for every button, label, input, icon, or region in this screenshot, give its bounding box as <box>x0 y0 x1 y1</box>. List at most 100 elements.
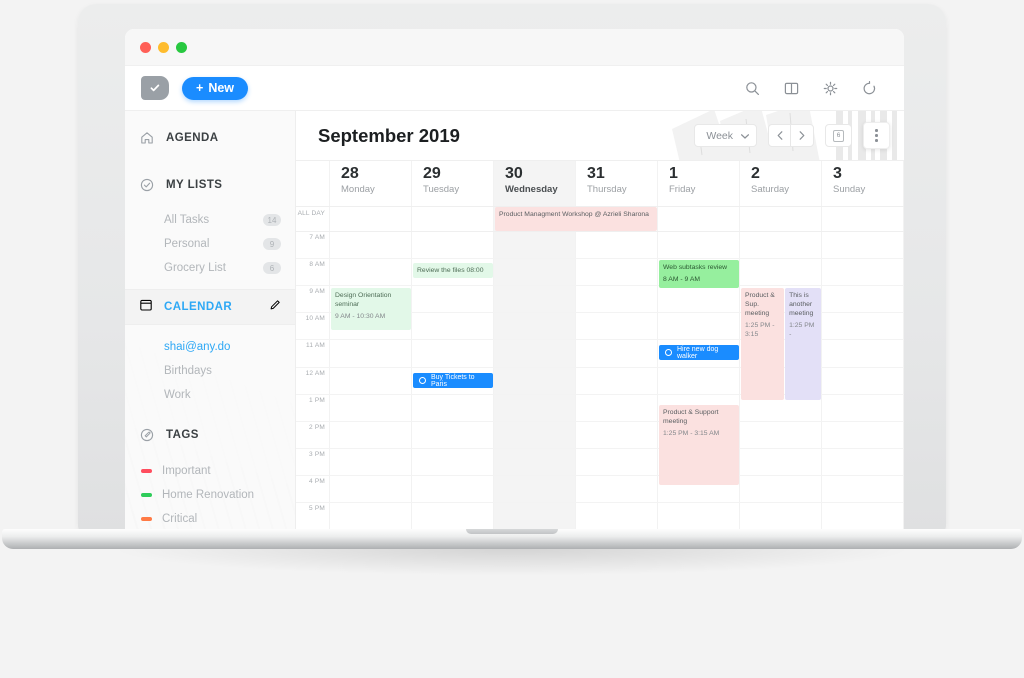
today-date-number: 6 <box>836 132 841 139</box>
sidebar-tag-important[interactable]: Important <box>125 459 295 483</box>
day-header-tuesday[interactable]: 29 Tuesday <box>412 161 494 206</box>
sidebar-calendar-shai[interactable]: shai@any.do <box>125 335 295 359</box>
event-title: Web subtasks review <box>663 264 728 271</box>
sidebar-calendar-label: CALENDAR <box>164 301 233 313</box>
calendar-task[interactable]: Hire new dog walker <box>659 345 739 360</box>
calendar-grid[interactable]: ALL DAY 7 AM 8 AM 9 AM 10 AM 11 AM 12 AM 1 PM 2 … <box>296 207 904 529</box>
calendar-event[interactable]: Design Orientation seminar 9 AM - 10:30 A… <box>331 288 411 330</box>
refresh-icon[interactable] <box>856 75 882 101</box>
sidebar-list-grocery-list[interactable]: Grocery List 6 <box>125 256 295 280</box>
day-column-monday[interactable] <box>330 207 412 529</box>
calendar-header: September 2019 Week 6 <box>296 111 904 161</box>
event-title: Product & Sup. meeting <box>745 292 775 317</box>
calendar-label: Work <box>164 389 191 401</box>
view-select-label: Week <box>706 129 733 142</box>
sidebar-tags-label: TAGS <box>166 429 199 441</box>
calendar-event[interactable]: Product & Sup. meeting 1:25 PM - 3:15 <box>741 288 785 400</box>
time-label: 4 PM <box>309 477 325 485</box>
calendar-event[interactable]: Web subtasks review 8 AM - 9 AM <box>659 260 739 288</box>
sidebar-item-calendar[interactable]: CALENDAR <box>125 289 295 325</box>
split-view-icon[interactable] <box>778 75 804 101</box>
grid-hour-line <box>296 420 904 422</box>
tag-color-swatch <box>141 469 152 473</box>
day-header-monday[interactable]: 28 Monday <box>330 161 412 206</box>
calendar-event[interactable]: This is another meeting 1:25 PM - <box>785 288 821 400</box>
sidebar-tag-home-renovation[interactable]: Home Renovation <box>125 483 295 507</box>
sidebar-my-lists-label: MY LISTS <box>166 179 223 191</box>
day-name: Friday <box>669 184 696 195</box>
check-circle-icon <box>139 177 155 193</box>
search-icon[interactable] <box>739 75 765 101</box>
day-headers: 28 Monday 29 Tuesday 30 Wednesday 31 Thu… <box>296 161 904 207</box>
new-button[interactable]: + New <box>182 76 249 100</box>
day-number: 1 <box>669 165 678 182</box>
calendar-task[interactable]: Buy Tickets to Paris <box>413 373 493 388</box>
day-column-thursday[interactable] <box>576 207 658 529</box>
all-day-divider <box>296 231 904 232</box>
day-header-wednesday[interactable]: 30 Wednesday <box>494 161 576 206</box>
sidebar-tag-critical[interactable]: Critical <box>125 507 295 529</box>
day-number: 30 <box>505 165 523 182</box>
app-window: + New AGENDA MY LISTS All Tasks 14 Perso… <box>125 29 904 529</box>
today-button[interactable]: 6 <box>825 124 852 147</box>
time-label: 2 PM <box>309 423 325 431</box>
list-count-badge: 9 <box>263 238 281 250</box>
event-title: Product Managment Workshop @ Azrieli Sha… <box>499 211 649 218</box>
sidebar-calendar-birthdays[interactable]: Birthdays <box>125 359 295 383</box>
calendar-event[interactable]: Product Managment Workshop @ Azrieli Sha… <box>495 207 657 231</box>
task-checkbox-icon[interactable] <box>665 349 672 356</box>
day-header-gutter <box>296 161 330 206</box>
time-label: 3 PM <box>309 450 325 458</box>
day-number: 3 <box>833 165 842 182</box>
gear-icon[interactable] <box>817 75 843 101</box>
more-vertical-icon[interactable] <box>863 122 890 149</box>
calendar-event[interactable]: Review the files 08:00 <box>413 263 493 278</box>
day-header-friday[interactable]: 1 Friday <box>658 161 740 206</box>
chevron-left-icon[interactable] <box>769 125 791 146</box>
day-name: Tuesday <box>423 184 460 195</box>
tag-color-swatch <box>141 517 152 521</box>
dot <box>875 134 878 137</box>
check-icon[interactable] <box>141 76 169 100</box>
day-column-wednesday[interactable] <box>494 207 576 529</box>
grid-hour-line <box>296 285 904 287</box>
time-label: 1 PM <box>309 396 325 404</box>
minimize-button[interactable] <box>158 41 169 53</box>
task-checkbox-icon[interactable] <box>419 377 426 384</box>
day-number: 2 <box>751 165 760 182</box>
plus-icon: + <box>196 81 204 95</box>
time-label: 12 AM <box>305 369 325 377</box>
sidebar-calendar-work[interactable]: Work <box>125 383 295 407</box>
day-column-tuesday[interactable] <box>412 207 494 529</box>
sidebar-list-personal[interactable]: Personal 9 <box>125 232 295 256</box>
calendar-event[interactable]: Product & Support meeting 1:25 PM - 3:15 … <box>659 405 739 485</box>
sidebar-list-all-tasks[interactable]: All Tasks 14 <box>125 208 295 232</box>
time-label: 7 AM <box>309 234 325 241</box>
event-title: Design Orientation seminar <box>335 292 392 308</box>
dot <box>875 139 878 142</box>
time-label: 5 PM <box>309 505 325 512</box>
view-select[interactable]: Week <box>694 124 757 147</box>
day-header-sunday[interactable]: 3 Sunday <box>822 161 904 206</box>
event-time: 1:25 PM - <box>789 322 815 338</box>
day-header-thursday[interactable]: 31 Thursday <box>576 161 658 206</box>
task-label: Buy Tickets to Paris <box>431 373 475 388</box>
sidebar-item-agenda[interactable]: AGENDA <box>125 119 295 157</box>
time-label: 9 AM <box>309 288 325 296</box>
laptop-shadow <box>120 549 904 575</box>
day-column-sunday[interactable] <box>822 207 904 529</box>
task-label: Hire new dog walker <box>677 345 719 360</box>
grid-hour-line <box>296 447 904 449</box>
calendar-day-icon: 6 <box>833 129 844 142</box>
event-time: 1:25 PM - 3:15 <box>745 322 775 338</box>
zoom-button[interactable] <box>176 41 187 53</box>
sidebar-item-my-lists[interactable]: MY LISTS <box>125 166 295 204</box>
sidebar-item-tags[interactable]: TAGS <box>125 416 295 454</box>
day-number: 31 <box>587 165 605 182</box>
time-gutter: ALL DAY 7 AM 8 AM 9 AM 10 AM 11 AM 12 AM 1 PM 2 … <box>296 207 330 529</box>
close-button[interactable] <box>140 41 151 53</box>
pencil-icon[interactable] <box>269 298 281 316</box>
time-label: 11 AM <box>306 342 325 350</box>
day-header-saturday[interactable]: 2 Saturday <box>740 161 822 206</box>
chevron-right-icon[interactable] <box>791 125 813 146</box>
